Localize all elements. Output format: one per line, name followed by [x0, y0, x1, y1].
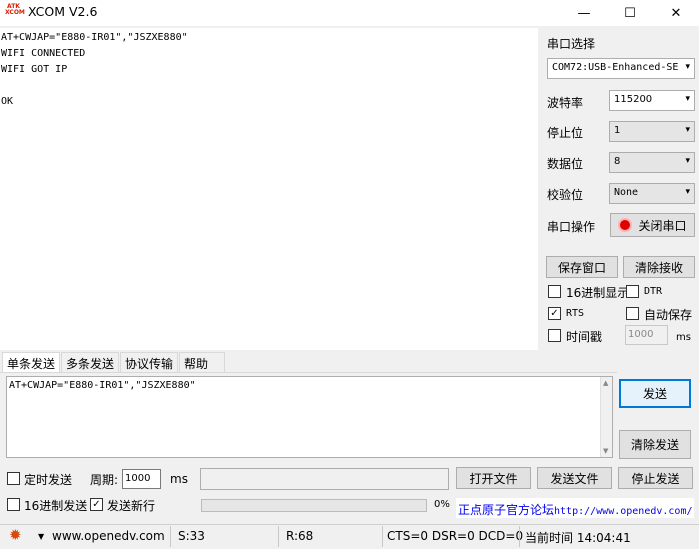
period-ms-label: ms — [170, 472, 188, 486]
title-bar: ATK XCOM XCOM V2.6 — ☐ ✕ — [0, 0, 699, 26]
timestamp-ms-label: ms — [676, 332, 691, 343]
scroll-up-icon[interactable]: ▲ — [603, 379, 608, 387]
close-port-button[interactable]: 关闭串口 — [610, 213, 695, 237]
timestamp-label: 时间戳 — [566, 330, 603, 344]
status-lines: CTS=0 DSR=0 DCD=0 — [387, 529, 524, 543]
rts-checkbox[interactable]: ✓ — [548, 307, 561, 320]
progress-text: 0% — [434, 499, 450, 510]
period-input[interactable]: 1000 — [122, 469, 161, 489]
tab-multi-send[interactable]: 多条发送 — [61, 352, 119, 372]
dtr-label: DTR — [644, 286, 663, 297]
parity-label: 校验位 — [547, 188, 584, 202]
tab-protocol[interactable]: 协议传输 — [120, 352, 178, 372]
tab-help[interactable]: 帮助 — [179, 352, 225, 372]
status-divider — [519, 526, 520, 547]
hex-display-checkbox[interactable] — [548, 285, 561, 298]
forum-url: http://www.openedv.com/ — [554, 506, 693, 517]
close-button[interactable]: ✕ — [653, 0, 699, 26]
baud-select[interactable]: 115200 ▾ — [609, 90, 695, 111]
timestamp-checkbox[interactable] — [548, 329, 561, 342]
timed-send-label: 定时发送 — [24, 473, 73, 487]
databit-label: 数据位 — [547, 157, 584, 171]
port-op-label: 串口操作 — [547, 220, 596, 234]
forum-link[interactable]: 正点原子官方论坛http://www.openedv.com/ — [456, 498, 694, 518]
window-title: XCOM V2.6 — [28, 4, 98, 19]
databit-select[interactable]: 8 ▾ — [609, 152, 695, 173]
baud-value: 115200 — [614, 94, 653, 105]
period-label: 周期: — [90, 473, 119, 487]
rts-label: RTS — [566, 308, 585, 319]
status-received: R:68 — [286, 529, 314, 543]
receive-textarea[interactable]: AT+CWJAP="E880-IR01","JSZXE880" WIFI CON… — [0, 28, 538, 350]
send-scrollbar[interactable]: ▲ ▼ — [600, 377, 612, 457]
tab-divider — [0, 372, 617, 373]
databit-value: 8 — [614, 156, 621, 167]
dtr-checkbox[interactable] — [626, 285, 639, 298]
status-divider — [382, 526, 383, 547]
send-file-button[interactable]: 发送文件 — [537, 467, 612, 489]
minimize-icon: — — [577, 5, 591, 21]
port-select[interactable]: COM72:USB-Enhanced-SE ▾ — [547, 58, 695, 79]
stopbit-value: 1 — [614, 125, 621, 136]
maximize-button[interactable]: ☐ — [607, 0, 653, 26]
status-sent: S:33 — [178, 529, 205, 543]
chevron-down-icon[interactable]: ▼ — [38, 532, 44, 541]
send-button[interactable]: 发送 — [619, 379, 691, 408]
port-select-value: COM72:USB-Enhanced-SE — [552, 62, 679, 73]
hex-send-label: 16进制发送 — [24, 499, 88, 513]
stopbit-label: 停止位 — [547, 126, 584, 140]
port-select-label: 串口选择 — [547, 37, 596, 51]
clear-send-button[interactable]: 清除发送 — [619, 430, 691, 459]
status-time: 当前时间 14:04:41 — [525, 531, 631, 545]
maximize-icon: ☐ — [624, 5, 636, 21]
send-newline-label: 发送新行 — [107, 499, 156, 513]
clear-receive-button[interactable]: 清除接收 — [623, 256, 695, 278]
close-icon: ✕ — [670, 5, 682, 21]
xcom-window: ATK XCOM XCOM V2.6 — ☐ ✕ AT+CWJAP="E880-I… — [0, 0, 699, 549]
tab-single-send[interactable]: 单条发送 — [2, 352, 60, 372]
minimize-button[interactable]: — — [561, 0, 607, 26]
scroll-down-icon[interactable]: ▼ — [603, 447, 608, 455]
chevron-down-icon: ▾ — [685, 187, 690, 197]
gear-icon[interactable]: ✹ — [9, 528, 22, 543]
send-newline-checkbox[interactable]: ✓ — [90, 498, 103, 511]
chevron-down-icon: ▾ — [685, 94, 690, 104]
stopbit-select[interactable]: 1 ▾ — [609, 121, 695, 142]
timed-send-checkbox[interactable] — [7, 472, 20, 485]
hex-display-label: 16进制显示 — [566, 286, 630, 300]
autosave-checkbox[interactable] — [626, 307, 639, 320]
file-path-field[interactable] — [200, 468, 449, 490]
stop-send-button[interactable]: 停止发送 — [618, 467, 693, 489]
chevron-down-icon: ▾ — [685, 156, 690, 166]
status-website[interactable]: www.openedv.com — [52, 529, 165, 543]
chevron-down-icon: ▾ — [685, 62, 690, 72]
baud-label: 波特率 — [547, 96, 584, 110]
autosave-label: 自动保存 — [644, 308, 693, 322]
parity-select[interactable]: None ▾ — [609, 183, 695, 204]
status-divider — [278, 526, 279, 547]
forum-label: 正点原子官方论坛 — [458, 503, 555, 517]
save-window-button[interactable]: 保存窗口 — [546, 256, 618, 278]
chevron-down-icon: ▾ — [685, 125, 690, 135]
port-status-icon — [618, 218, 633, 232]
hex-send-checkbox[interactable] — [7, 498, 20, 511]
status-divider — [170, 526, 171, 547]
close-port-label: 关闭串口 — [638, 218, 687, 233]
send-textarea[interactable]: AT+CWJAP="E880-IR01","JSZXE880" — [6, 376, 613, 458]
app-logo-icon: ATK XCOM — [5, 3, 25, 16]
parity-value: None — [614, 187, 639, 198]
progress-bar — [201, 499, 427, 512]
open-file-button[interactable]: 打开文件 — [456, 467, 531, 489]
timestamp-input[interactable]: 1000 — [625, 325, 668, 345]
